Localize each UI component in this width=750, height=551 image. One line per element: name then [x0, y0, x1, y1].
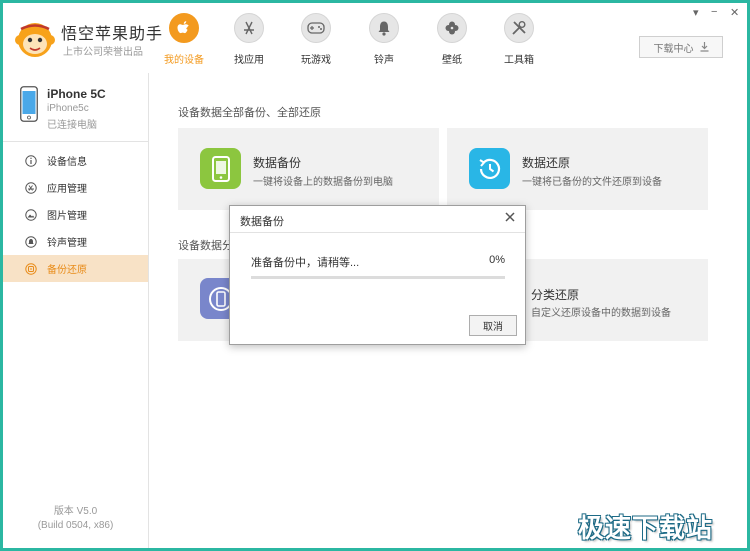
card-title: 数据备份	[253, 156, 302, 170]
build-number: (Build 0504, x86)	[37, 520, 114, 531]
nav-label: 壁纸	[442, 55, 462, 66]
backup-icon	[25, 262, 37, 275]
sidebar-item-label: 图片管理	[47, 211, 87, 222]
sidebar-item-ringtone-manager[interactable]: 铃声管理	[3, 228, 148, 255]
dialog-close-icon[interactable]	[503, 210, 517, 224]
device-panel: iPhone 5C iPhone5c 已连接电脑	[3, 73, 148, 142]
sidebar-item-picture-manager[interactable]: 图片管理	[3, 201, 148, 228]
card-description: 一键将设备上的数据备份到电脑	[253, 177, 393, 188]
card-description: 一键将已备份的文件还原到设备	[522, 177, 662, 188]
bell-icon	[369, 13, 399, 43]
app-window: 悟空苹果助手 上市公司荣誉出品 我的设备 找应用 玩游戏 铃声 壁纸 工具箱 ▾…	[0, 0, 750, 551]
gamepad-icon	[301, 13, 331, 43]
download-icon	[700, 42, 708, 52]
phone-icon	[20, 86, 38, 122]
device-status: 已连接电脑	[47, 120, 97, 131]
app-store-icon	[234, 13, 264, 43]
nav-label: 找应用	[234, 55, 264, 66]
backup-progress-dialog: 数据备份 准备备份中，请稍等... 0% 取消	[229, 205, 526, 345]
dialog-title: 数据备份	[240, 216, 284, 228]
info-icon	[25, 154, 37, 167]
watermark-text: 极速下载站	[578, 513, 714, 543]
nav-toolbox[interactable]: 工具箱	[489, 13, 549, 66]
sidebar-item-app-manager[interactable]: 应用管理	[3, 174, 148, 201]
nav-label: 我的设备	[164, 55, 204, 66]
sidebar: iPhone 5C iPhone5c 已连接电脑 设备信息 应用管理 图片管理 …	[3, 73, 149, 548]
section-title-full: 设备数据全部备份、全部还原	[178, 107, 321, 119]
restore-clock-icon	[469, 148, 510, 189]
menu-dropdown-icon[interactable]: ▾	[693, 6, 699, 19]
top-bar: 悟空苹果助手 上市公司荣誉出品 我的设备 找应用 玩游戏 铃声 壁纸 工具箱 ▾…	[3, 3, 747, 74]
cancel-button[interactable]: 取消	[469, 315, 517, 336]
device-model: iPhone5c	[47, 103, 89, 114]
data-restore-card[interactable]: 数据还原 一键将已备份的文件还原到设备	[447, 128, 708, 210]
nav-my-device[interactable]: 我的设备	[154, 13, 214, 66]
sidebar-item-label: 设备信息	[47, 157, 87, 168]
card-title: 分类还原	[531, 288, 580, 302]
card-description: 自定义还原设备中的数据到设备	[531, 308, 671, 319]
nav-games[interactable]: 玩游戏	[286, 13, 346, 66]
progress-percent: 0%	[489, 254, 505, 266]
app-title: 悟空苹果助手	[61, 26, 164, 43]
download-center-button[interactable]: 下载中心	[639, 36, 723, 58]
dialog-header: 数据备份	[230, 206, 525, 233]
picture-icon	[25, 208, 37, 221]
bell-icon	[25, 235, 37, 248]
nav-label: 玩游戏	[301, 55, 331, 66]
nav-label: 铃声	[374, 55, 394, 66]
nav-find-apps[interactable]: 找应用	[219, 13, 279, 66]
nav-label: 工具箱	[504, 55, 534, 66]
sidebar-item-label: 应用管理	[47, 184, 87, 195]
apps-icon	[25, 181, 37, 194]
data-backup-card[interactable]: 数据备份 一键将设备上的数据备份到电脑	[178, 128, 439, 210]
sidebar-item-device-info[interactable]: 设备信息	[3, 147, 148, 174]
monkey-logo-icon	[15, 23, 55, 57]
dialog-message: 准备备份中，请稍等...	[251, 257, 360, 269]
close-icon[interactable]: ✕	[730, 6, 739, 19]
apple-icon	[169, 13, 199, 43]
version-number: 版本 V5.0	[53, 506, 98, 517]
sidebar-item-label: 铃声管理	[47, 238, 87, 249]
sidebar-item-backup-restore[interactable]: 备份还原	[3, 255, 148, 282]
app-subtitle: 上市公司荣誉出品	[63, 47, 143, 58]
nav-ringtones[interactable]: 铃声	[354, 13, 414, 66]
section-title-category: 设备数据分	[178, 240, 233, 252]
card-title: 数据还原	[522, 156, 571, 170]
download-center-label: 下载中心	[653, 43, 694, 55]
nav-wallpapers[interactable]: 壁纸	[422, 13, 482, 66]
sidebar-menu: 设备信息 应用管理 图片管理 铃声管理 备份还原	[3, 147, 148, 282]
tools-icon	[504, 13, 534, 43]
sidebar-item-label: 备份还原	[47, 265, 87, 276]
version-info: 版本 V5.0 (Build 0504, x86)	[3, 505, 148, 533]
phone-backup-icon	[200, 148, 241, 189]
progress-bar	[251, 276, 505, 279]
clover-icon	[437, 13, 467, 43]
minimize-icon[interactable]: −	[711, 6, 717, 18]
device-name: iPhone 5C	[47, 87, 106, 101]
